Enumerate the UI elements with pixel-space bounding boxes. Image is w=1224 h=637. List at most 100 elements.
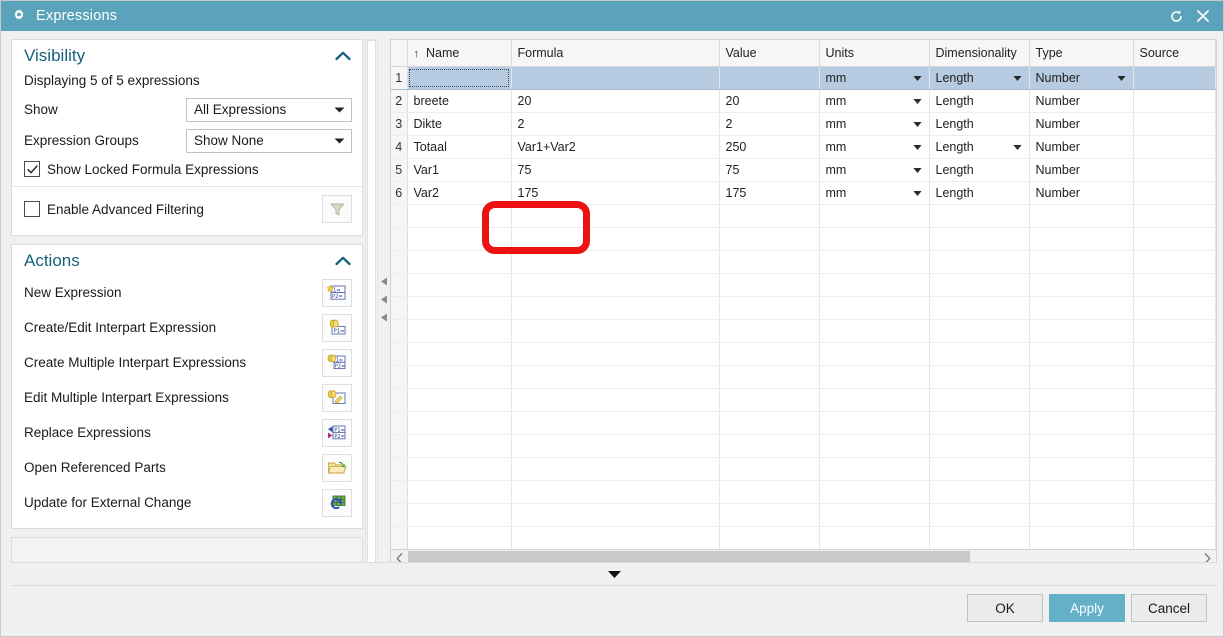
row-number[interactable] <box>391 526 408 549</box>
cell-empty[interactable] <box>407 319 512 343</box>
funnel-icon[interactable] <box>322 195 352 223</box>
table-row-empty[interactable] <box>391 342 1216 366</box>
cell-empty[interactable] <box>718 296 820 320</box>
row-number[interactable] <box>391 273 408 297</box>
new-expression-icon[interactable]: 1= P2= <box>322 278 352 307</box>
cell-empty[interactable] <box>511 227 720 251</box>
cell-value[interactable]: 175 <box>718 181 820 205</box>
cell-empty[interactable] <box>1029 296 1134 320</box>
cell-source[interactable] <box>1133 135 1216 159</box>
cell-value[interactable]: 2 <box>718 112 820 136</box>
cell-empty[interactable] <box>511 480 720 504</box>
cell-empty[interactable] <box>929 296 1030 320</box>
column-header-units[interactable]: Units <box>819 40 930 67</box>
cell-empty[interactable] <box>1029 480 1134 504</box>
cell-empty[interactable] <box>1029 250 1134 274</box>
row-number[interactable] <box>391 457 408 481</box>
cell-empty[interactable] <box>929 480 1030 504</box>
cell-empty[interactable] <box>718 204 820 228</box>
cell-empty[interactable] <box>1133 526 1216 549</box>
cell-empty[interactable] <box>929 457 1030 481</box>
column-header-formula[interactable]: Formula <box>511 40 720 67</box>
cell-empty[interactable] <box>929 204 1030 228</box>
cell-empty[interactable] <box>819 480 930 504</box>
cell-formula[interactable]: 2 <box>511 112 720 136</box>
cell-empty[interactable] <box>511 503 720 527</box>
expression-groups-select[interactable]: Show None <box>186 128 352 153</box>
cell-units[interactable]: mm <box>819 89 930 113</box>
cell-name[interactable]: Var2 <box>407 181 512 205</box>
panel-splitter[interactable] <box>378 39 390 562</box>
splitter-arrow-icon[interactable] <box>380 313 388 322</box>
cell-empty[interactable] <box>1029 342 1134 366</box>
table-horizontal-scrollbar[interactable] <box>390 549 1217 562</box>
cell-source[interactable] <box>1133 158 1216 182</box>
cell-empty[interactable] <box>511 204 720 228</box>
cell-empty[interactable] <box>1029 411 1134 435</box>
cell-empty[interactable] <box>929 411 1030 435</box>
table-row[interactable]: 2 breete 20 20 mm Length Number <box>391 89 1216 113</box>
chevron-down-icon[interactable] <box>911 190 925 197</box>
cell-empty[interactable] <box>407 273 512 297</box>
cell-empty[interactable] <box>819 365 930 389</box>
cell-name[interactable] <box>407 66 512 90</box>
cell-empty[interactable] <box>511 434 720 458</box>
row-number[interactable]: 3 <box>391 112 408 136</box>
cell-type[interactable]: Number <box>1029 181 1134 205</box>
cell-empty[interactable] <box>511 342 720 366</box>
cell-dimensionality[interactable]: Length <box>929 181 1030 205</box>
splitter-arrow-icon[interactable] <box>380 277 388 286</box>
left-panel-scrollbar-thumb[interactable] <box>367 40 376 562</box>
chevron-down-icon[interactable] <box>1011 144 1025 151</box>
row-number[interactable] <box>391 434 408 458</box>
cell-empty[interactable] <box>407 204 512 228</box>
cell-empty[interactable] <box>819 434 930 458</box>
cell-empty[interactable] <box>929 273 1030 297</box>
cell-dimensionality[interactable]: Length <box>929 66 1030 90</box>
cell-empty[interactable] <box>511 388 720 412</box>
cell-empty[interactable] <box>407 503 512 527</box>
cell-empty[interactable] <box>718 434 820 458</box>
cell-name[interactable]: Dikte <box>407 112 512 136</box>
cell-dimensionality[interactable]: Length <box>929 158 1030 182</box>
cell-dimensionality[interactable]: Length <box>929 135 1030 159</box>
cell-empty[interactable] <box>1133 388 1216 412</box>
cell-empty[interactable] <box>1029 227 1134 251</box>
create-edit-interpart-icon[interactable]: P1= <box>322 313 352 342</box>
cell-empty[interactable] <box>1029 503 1134 527</box>
action-replace-expressions[interactable]: Replace Expressions P1= P2= <box>12 415 362 450</box>
table-row[interactable]: 5 Var1 75 75 mm Length Number <box>391 158 1216 182</box>
cell-empty[interactable] <box>1133 273 1216 297</box>
scrollbar-track[interactable] <box>408 550 1199 562</box>
cell-empty[interactable] <box>1029 204 1134 228</box>
table-row-empty[interactable] <box>391 296 1216 320</box>
cell-value[interactable]: 250 <box>718 135 820 159</box>
cell-name[interactable]: breete <box>407 89 512 113</box>
column-header-value[interactable]: Value <box>718 40 820 67</box>
cell-empty[interactable] <box>511 526 720 549</box>
action-edit-multiple-interpart-expressions[interactable]: Edit Multiple Interpart Expressions <box>12 380 362 415</box>
cell-empty[interactable] <box>1029 457 1134 481</box>
cell-empty[interactable] <box>1029 273 1134 297</box>
column-header-type[interactable]: Type <box>1029 40 1134 67</box>
row-number[interactable]: 5 <box>391 158 408 182</box>
action-update-for-external-change[interactable]: Update for External Change <box>12 485 362 520</box>
cell-empty[interactable] <box>511 411 720 435</box>
reset-icon[interactable] <box>1168 8 1184 24</box>
table-row[interactable]: 4 Totaal Var1+Var2 250 mm Length Number <box>391 135 1216 159</box>
cell-name[interactable]: Var1 <box>407 158 512 182</box>
action-open-referenced-parts[interactable]: Open Referenced Parts <box>12 450 362 485</box>
cell-empty[interactable] <box>929 342 1030 366</box>
cell-empty[interactable] <box>718 365 820 389</box>
table-row-empty[interactable] <box>391 411 1216 435</box>
cell-empty[interactable] <box>1133 411 1216 435</box>
cell-empty[interactable] <box>1133 204 1216 228</box>
cell-empty[interactable] <box>819 503 930 527</box>
actions-group-header[interactable]: Actions <box>12 245 362 275</box>
row-number[interactable] <box>391 342 408 366</box>
edit-multiple-interpart-icon[interactable] <box>322 383 352 412</box>
cell-value[interactable] <box>718 66 820 90</box>
visibility-group-header[interactable]: Visibility <box>12 40 362 70</box>
cell-units[interactable]: mm <box>819 181 930 205</box>
cell-empty[interactable] <box>511 296 720 320</box>
